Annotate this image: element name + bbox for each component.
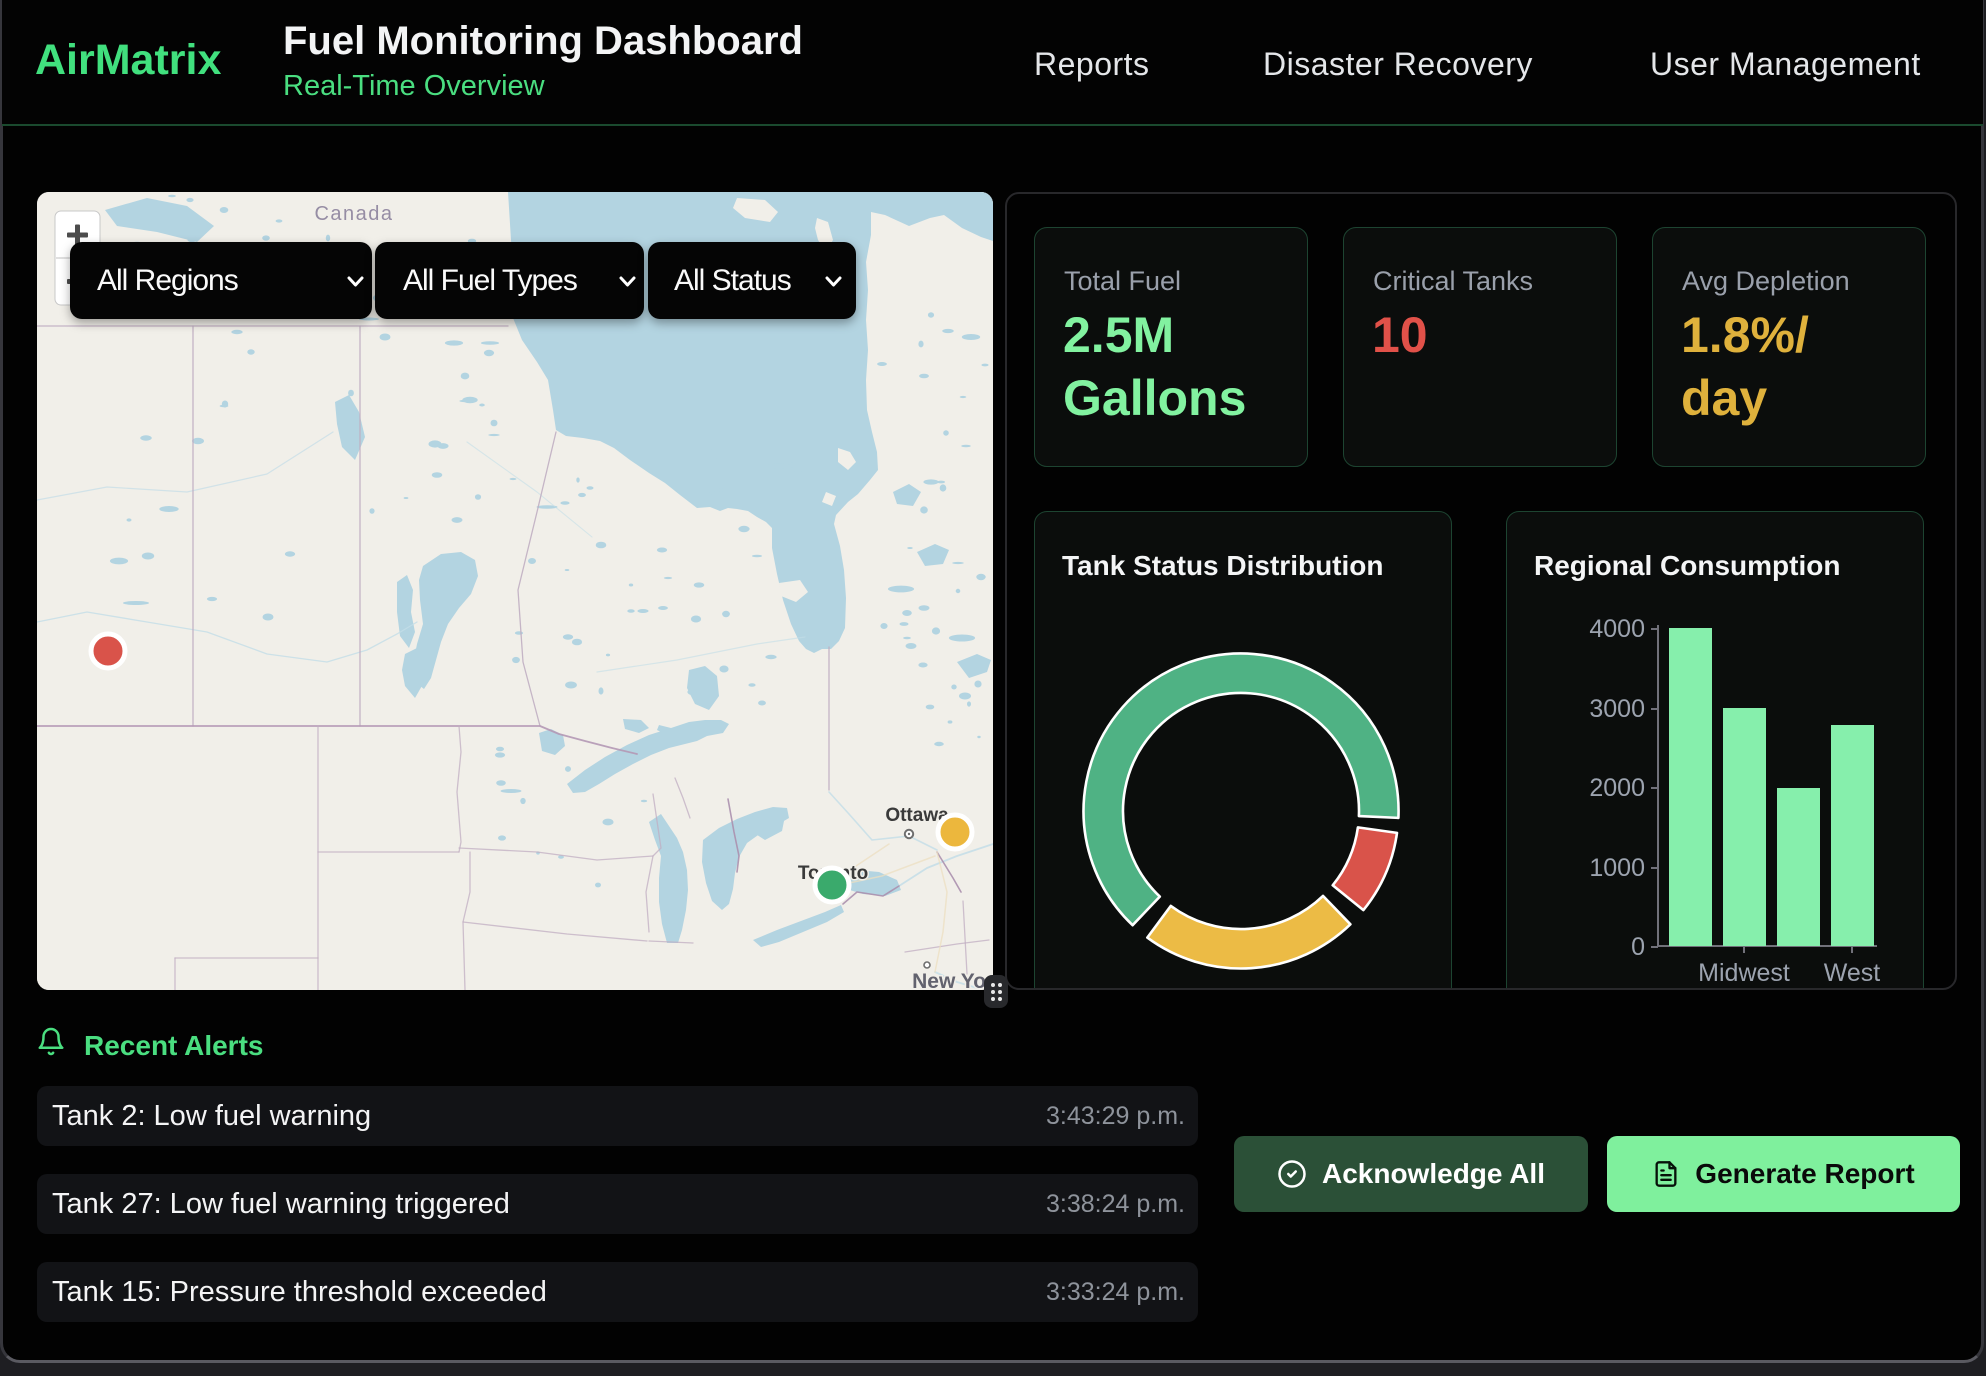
svg-text:1000: 1000	[1589, 854, 1645, 882]
svg-text:Midwest: Midwest	[1698, 959, 1790, 987]
svg-text:2000: 2000	[1589, 774, 1645, 802]
svg-text:New York: New York	[912, 970, 993, 990]
svg-text:3000: 3000	[1589, 695, 1645, 723]
svg-text:Canada: Canada	[314, 203, 393, 225]
svg-text:4000: 4000	[1589, 615, 1645, 643]
svg-text:0: 0	[1631, 933, 1645, 961]
svg-text:West: West	[1824, 959, 1881, 987]
